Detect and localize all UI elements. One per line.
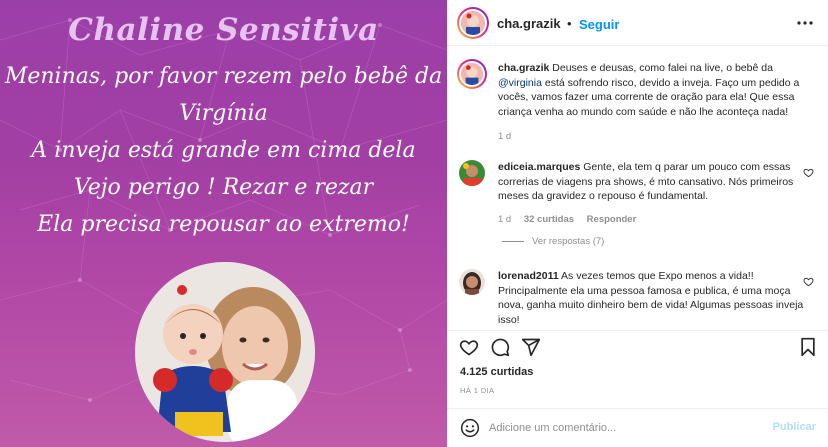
image-text-line: Vejo perigo ! Rezar e rezar xyxy=(73,175,374,200)
image-text-line: Meninas, por favor rezem pelo bebê da xyxy=(4,64,443,89)
comment-text: ediceia.marques Gente, ela tem q parar u… xyxy=(498,160,810,204)
replies-divider xyxy=(502,241,524,242)
post-image[interactable]: Chaline Sensitiva Meninas, por favor rez… xyxy=(0,0,447,447)
author-avatar[interactable] xyxy=(457,7,489,39)
post-header: cha.grazik • Seguir xyxy=(447,0,828,46)
caption-username[interactable]: cha.grazik xyxy=(498,62,549,74)
caption-time[interactable]: 1 d xyxy=(498,131,511,142)
caption-meta: 1 d xyxy=(498,131,521,142)
commenter-username[interactable]: ediceia.marques xyxy=(498,161,580,173)
image-text-line: Ela precisa repousar ao extremo! xyxy=(37,212,410,237)
comment-time[interactable]: 1 d xyxy=(498,214,511,225)
share-icon[interactable] xyxy=(521,337,541,357)
follow-button[interactable]: Seguir xyxy=(579,17,619,32)
publish-button[interactable]: Publicar xyxy=(773,421,816,433)
image-text-line: Virgínia xyxy=(179,101,268,126)
mother-baby-photo xyxy=(135,262,315,442)
comment-like-icon[interactable] xyxy=(803,276,814,287)
comment-item: ediceia.marques Gente, ela tem q parar u… xyxy=(459,160,814,260)
comment-item: lorenad2011 As vezes temos que Expo meno… xyxy=(459,269,814,327)
reply-button[interactable]: Responder xyxy=(587,214,637,225)
comment-input[interactable] xyxy=(489,418,769,438)
post-sidebar: cha.grazik • Seguir cha.grazik Deuses e … xyxy=(447,0,828,447)
post-time[interactable]: HÁ 1 DIA xyxy=(460,386,494,395)
likes-count[interactable]: 4.125 curtidas xyxy=(460,366,533,378)
comment-meta: 1 d 32 curtidas Responder xyxy=(498,214,646,225)
view-replies-button[interactable]: Ver respostas (7) xyxy=(532,236,604,247)
emoji-icon[interactable] xyxy=(460,418,480,438)
author-username[interactable]: cha.grazik xyxy=(497,16,561,31)
image-text-line: A inveja está grande em cima dela xyxy=(31,138,416,163)
comments-section[interactable]: cha.grazik Deuses e deusas, como falei n… xyxy=(447,47,828,327)
separator-dot: • xyxy=(567,16,572,31)
commenter-avatar[interactable] xyxy=(459,160,485,186)
comment-like-icon[interactable] xyxy=(803,167,814,178)
action-bar xyxy=(447,330,828,360)
commenter-username[interactable]: lorenad2011 xyxy=(498,270,559,282)
more-options-icon[interactable] xyxy=(796,14,814,32)
comment-icon[interactable] xyxy=(490,337,510,357)
comment-likes[interactable]: 32 curtidas xyxy=(524,214,574,225)
mention-link[interactable]: @virginia xyxy=(498,77,542,89)
image-title: Chaline Sensitiva xyxy=(68,12,379,48)
caption-text-part: Deuses e deusas, como falei na live, o b… xyxy=(549,62,773,74)
comment-text: lorenad2011 As vezes temos que Expo meno… xyxy=(498,269,810,327)
image-text-block: Meninas, por favor rezem pelo bebê da Vi… xyxy=(0,58,447,243)
heart-icon[interactable] xyxy=(459,337,479,357)
commenter-avatar[interactable] xyxy=(459,269,485,295)
bookmark-icon[interactable] xyxy=(798,337,818,357)
caption-text-part: está sofrendo risco, devido a inveja. Fa… xyxy=(498,76,800,118)
add-comment-bar: Publicar xyxy=(447,408,828,447)
caption-text: cha.grazik Deuses e deusas, como falei n… xyxy=(498,61,810,119)
caption: cha.grazik Deuses e deusas, como falei n… xyxy=(457,59,814,142)
caption-avatar[interactable] xyxy=(457,59,487,89)
